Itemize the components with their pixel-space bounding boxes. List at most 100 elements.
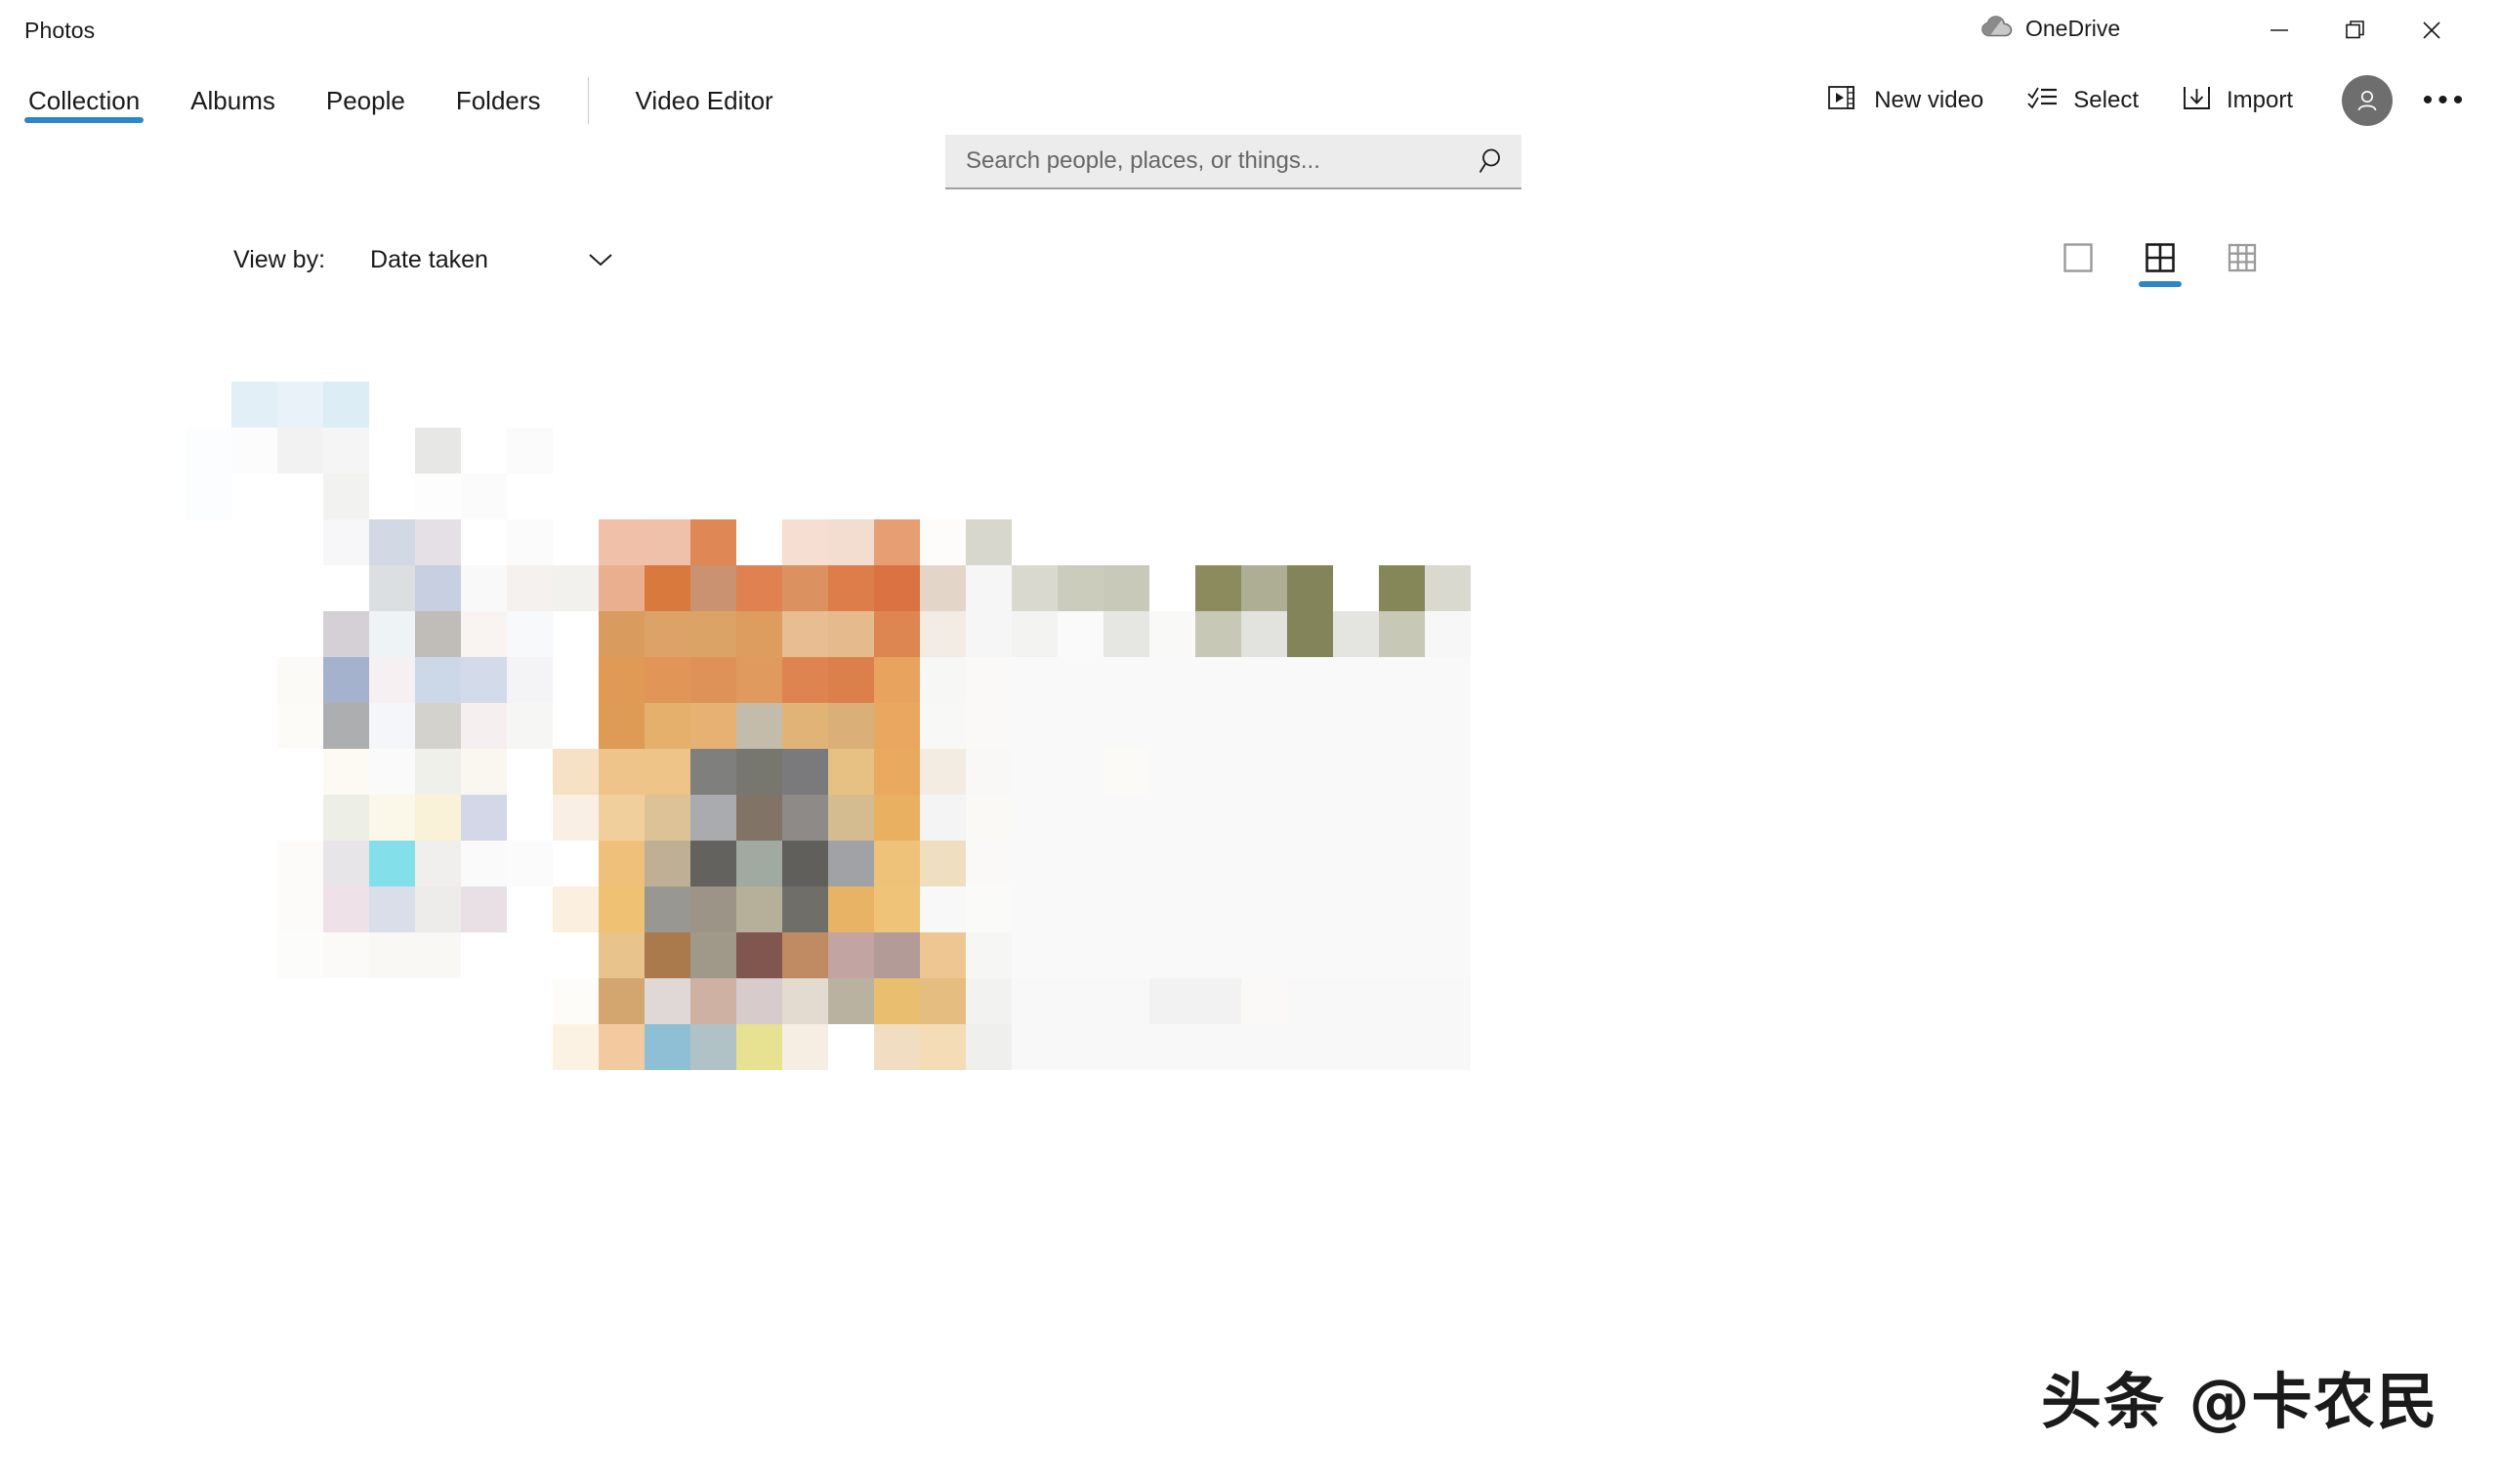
mosaic-cell bbox=[645, 932, 690, 978]
mosaic-cell bbox=[1241, 978, 1287, 1024]
mosaic-cell bbox=[1333, 841, 1379, 886]
mosaic-cell bbox=[323, 1024, 369, 1070]
mosaic-cell bbox=[1333, 474, 1379, 519]
mosaic-cell bbox=[1104, 336, 1149, 382]
mosaic-cell bbox=[828, 886, 874, 932]
mosaic-cell bbox=[1195, 519, 1241, 565]
mosaic-cell bbox=[1195, 611, 1241, 657]
mosaic-cell bbox=[1562, 336, 1608, 382]
mosaic-cell bbox=[645, 841, 690, 886]
search-box[interactable] bbox=[945, 135, 1521, 189]
onedrive-status-button[interactable]: OneDrive bbox=[1981, 12, 2120, 45]
tab-collection[interactable]: Collection bbox=[24, 61, 145, 141]
mosaic-cell bbox=[1149, 749, 1195, 795]
mosaic-cell bbox=[599, 382, 645, 428]
mosaic-cell bbox=[369, 611, 415, 657]
more-options-button[interactable]: ••• bbox=[2410, 70, 2480, 131]
minimize-button[interactable] bbox=[2241, 0, 2317, 61]
mosaic-cell bbox=[1195, 795, 1241, 841]
mosaic-cell bbox=[1104, 841, 1149, 886]
mosaic-cell bbox=[277, 932, 323, 978]
view-by-value: Date taken bbox=[370, 245, 488, 273]
mosaic-cell bbox=[1379, 657, 1425, 703]
close-button[interactable] bbox=[2394, 0, 2470, 61]
mosaic-cell bbox=[1425, 336, 1471, 382]
mosaic-cell bbox=[553, 795, 599, 841]
mosaic-cell bbox=[1012, 703, 1058, 749]
mosaic-cell bbox=[1471, 703, 1517, 749]
maximize-restore-button[interactable] bbox=[2317, 0, 2394, 61]
search-button[interactable] bbox=[1465, 135, 1521, 187]
mosaic-cell bbox=[1562, 657, 1608, 703]
mosaic-cell bbox=[1058, 336, 1104, 382]
mosaic-cell bbox=[507, 795, 553, 841]
mosaic-cell bbox=[1149, 886, 1195, 932]
select-button[interactable]: Select bbox=[2013, 70, 2152, 131]
mosaic-cell bbox=[1012, 336, 1058, 382]
tab-folders[interactable]: Folders bbox=[452, 61, 545, 141]
photo-gallery[interactable] bbox=[0, 322, 2500, 1070]
mosaic-cell bbox=[1058, 978, 1104, 1024]
mosaic-cell bbox=[1333, 978, 1379, 1024]
mosaic-cell bbox=[1058, 474, 1104, 519]
mosaic-cell bbox=[690, 519, 736, 565]
mosaic-cell bbox=[461, 703, 507, 749]
mosaic-cell bbox=[1241, 428, 1287, 474]
mosaic-cell bbox=[1012, 841, 1058, 886]
mosaic-cell bbox=[690, 749, 736, 795]
search-input[interactable] bbox=[945, 135, 1465, 187]
mosaic-cell bbox=[782, 932, 828, 978]
mosaic-cell bbox=[1287, 841, 1333, 886]
mosaic-cell bbox=[1379, 428, 1425, 474]
mosaic-cell bbox=[599, 474, 645, 519]
mosaic-cell bbox=[920, 336, 966, 382]
mosaic-cell bbox=[966, 886, 1012, 932]
mosaic-cell bbox=[277, 657, 323, 703]
mosaic-cell bbox=[231, 657, 277, 703]
mosaic-cell bbox=[1517, 657, 1562, 703]
mosaic-cell bbox=[1104, 749, 1149, 795]
mosaic-cell bbox=[553, 932, 599, 978]
mosaic-cell bbox=[507, 886, 553, 932]
mosaic-cell bbox=[1425, 795, 1471, 841]
mosaic-cell bbox=[1287, 336, 1333, 382]
mosaic-cell bbox=[323, 336, 369, 382]
mosaic-cell bbox=[599, 519, 645, 565]
mosaic-cell bbox=[966, 336, 1012, 382]
pixelated-photo-mosaic[interactable] bbox=[186, 336, 1654, 1070]
mosaic-cell bbox=[828, 703, 874, 749]
tab-video-editor[interactable]: Video Editor bbox=[632, 61, 777, 141]
tab-people[interactable]: People bbox=[322, 61, 409, 141]
tab-albums[interactable]: Albums bbox=[187, 61, 279, 141]
mosaic-cell bbox=[782, 565, 828, 611]
mosaic-cell bbox=[231, 336, 277, 382]
mosaic-cell bbox=[1425, 657, 1471, 703]
mosaic-cell bbox=[1058, 428, 1104, 474]
mosaic-cell bbox=[1104, 703, 1149, 749]
import-button[interactable]: Import bbox=[2168, 70, 2307, 131]
mosaic-cell bbox=[1058, 519, 1104, 565]
mosaic-cell bbox=[1104, 886, 1149, 932]
mosaic-cell bbox=[1517, 519, 1562, 565]
mosaic-cell bbox=[231, 519, 277, 565]
mosaic-cell bbox=[369, 474, 415, 519]
mosaic-cell bbox=[415, 336, 461, 382]
mosaic-cell bbox=[966, 474, 1012, 519]
zoom-mode-large[interactable] bbox=[2055, 227, 2102, 289]
mosaic-cell bbox=[1517, 382, 1562, 428]
zoom-mode-medium[interactable] bbox=[2137, 227, 2184, 289]
mosaic-cell bbox=[690, 428, 736, 474]
mosaic-cell bbox=[1241, 474, 1287, 519]
avatar[interactable] bbox=[2342, 75, 2393, 126]
mosaic-cell bbox=[1241, 703, 1287, 749]
new-video-button[interactable]: New video bbox=[1813, 70, 1997, 131]
mosaic-cell bbox=[415, 703, 461, 749]
mosaic-cell bbox=[461, 611, 507, 657]
selected-zoom-indicator bbox=[2139, 281, 2182, 287]
mosaic-cell bbox=[1425, 703, 1471, 749]
mosaic-cell bbox=[828, 428, 874, 474]
mosaic-cell bbox=[920, 841, 966, 886]
mosaic-cell bbox=[1195, 841, 1241, 886]
zoom-mode-small[interactable] bbox=[2219, 227, 2266, 289]
view-by-dropdown[interactable]: Date taken bbox=[370, 230, 621, 289]
